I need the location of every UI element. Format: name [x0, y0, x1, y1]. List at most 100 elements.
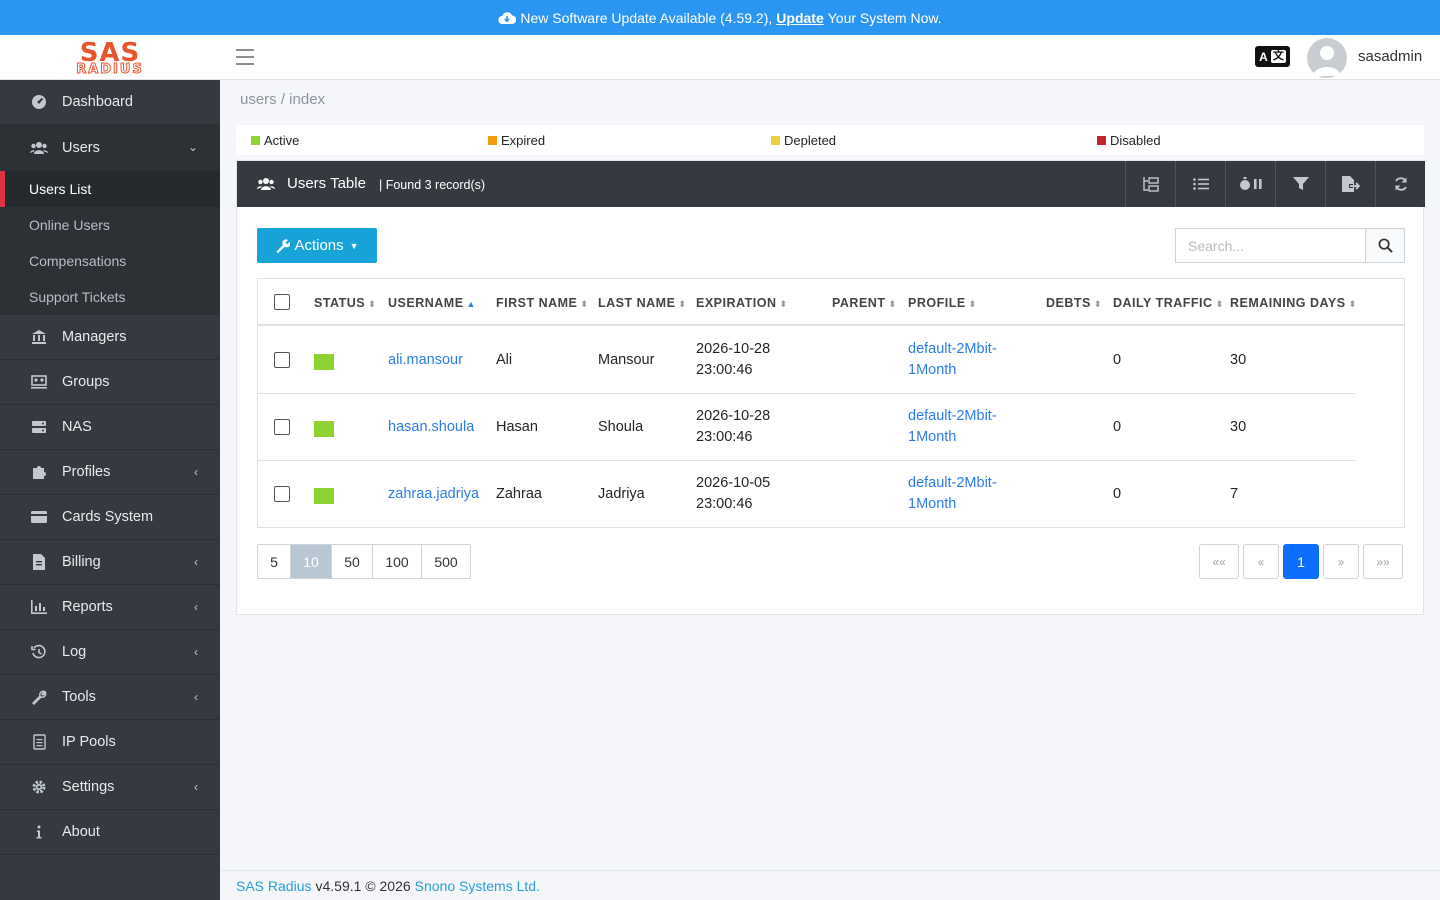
- sidebar-label: IP Pools: [62, 734, 116, 750]
- legend-swatch: [488, 136, 497, 145]
- legend-expired: Expired: [488, 133, 545, 148]
- username-link[interactable]: zahraa.jadriya: [388, 486, 479, 502]
- row-checkbox[interactable]: [274, 419, 290, 435]
- row-checkbox[interactable]: [274, 352, 290, 368]
- column-last-name[interactable]: LAST NAME ⬍: [598, 296, 686, 310]
- card-title-text: Users Table: [287, 175, 366, 192]
- first-page-button[interactable]: ««: [1199, 544, 1239, 579]
- profile-link[interactable]: default-2Mbit-: [908, 408, 997, 424]
- export-file-icon[interactable]: [1325, 161, 1375, 207]
- profile-link-line2[interactable]: 1Month: [908, 362, 956, 378]
- users-table: STATUS ⬍ USERNAME ▲ FIRST NAME ⬍ LAST NAME ⬍…: [257, 278, 1405, 528]
- username-link[interactable]: hasan.shoula: [388, 419, 474, 435]
- avatar[interactable]: [1307, 38, 1347, 78]
- hamburger-menu-icon[interactable]: [236, 49, 254, 65]
- sidebar-item-users-list[interactable]: Users List: [0, 171, 220, 207]
- sidebar-item-groups[interactable]: Groups: [0, 360, 220, 405]
- sidebar-item-nas[interactable]: NAS: [0, 405, 220, 450]
- gear-icon: [30, 779, 48, 795]
- profile-link-line2[interactable]: 1Month: [908, 429, 956, 445]
- sidebar-item-about[interactable]: About: [0, 810, 220, 855]
- update-link[interactable]: Update: [776, 10, 823, 26]
- profile-link-line2[interactable]: 1Month: [908, 496, 956, 512]
- invoice-icon: [30, 554, 48, 570]
- expiration-date-cell: 2026-10-05: [696, 475, 771, 491]
- profile-link[interactable]: default-2Mbit-: [908, 475, 997, 491]
- sidebar-item-profiles[interactable]: Profiles ‹: [0, 450, 220, 495]
- column-username[interactable]: USERNAME ▲: [388, 296, 476, 310]
- expiration-time-cell: 23:00:46: [696, 429, 753, 445]
- translate-icon[interactable]: A文: [1255, 46, 1290, 67]
- filter-icon[interactable]: [1275, 161, 1325, 207]
- profile-link[interactable]: default-2Mbit-: [908, 341, 997, 357]
- column-daily-traffic[interactable]: DAILY TRAFFIC ⬍: [1113, 296, 1224, 310]
- search-input[interactable]: [1175, 228, 1366, 263]
- column-status[interactable]: STATUS ⬍: [314, 296, 376, 310]
- product-link[interactable]: SAS Radius: [236, 878, 311, 894]
- page-size-10[interactable]: 10: [291, 545, 332, 578]
- page-size-50[interactable]: 50: [332, 545, 373, 578]
- column-first-name[interactable]: FIRST NAME ⬍: [496, 296, 588, 310]
- refresh-icon[interactable]: [1375, 161, 1425, 207]
- sidebar-item-ip-pools[interactable]: IP Pools: [0, 720, 220, 765]
- search-button[interactable]: [1365, 228, 1405, 263]
- page-size-100[interactable]: 100: [373, 545, 422, 578]
- sidebar-item-tools[interactable]: Tools ‹: [0, 675, 220, 720]
- row-checkbox[interactable]: [274, 486, 290, 502]
- sidebar-item-dashboard[interactable]: Dashboard: [0, 80, 220, 125]
- sidebar-item-reports[interactable]: Reports ‹: [0, 585, 220, 630]
- tree-view-icon[interactable]: [1125, 161, 1175, 207]
- sidebar-label: Groups: [62, 374, 110, 390]
- list-columns-icon[interactable]: [1175, 161, 1225, 207]
- record-count: | Found 3 record(s): [379, 178, 486, 192]
- page-size-5[interactable]: 5: [258, 545, 291, 578]
- timer-pause-icon[interactable]: [1225, 161, 1275, 207]
- sidebar-item-online-users[interactable]: Online Users: [0, 207, 220, 243]
- sidebar-item-managers[interactable]: Managers: [0, 315, 220, 360]
- username-link[interactable]: ali.mansour: [388, 352, 463, 368]
- first-name-cell: Hasan: [496, 419, 538, 435]
- sidebar-label: Billing: [62, 554, 101, 570]
- chevron-left-icon: ‹: [194, 690, 198, 704]
- column-profile[interactable]: PROFILE ⬍: [908, 296, 977, 310]
- caret-down-icon: ▼: [349, 240, 359, 251]
- card-title: Users Table: [257, 175, 366, 192]
- cloud-download-icon: [498, 11, 517, 24]
- select-all-checkbox[interactable]: [274, 294, 290, 310]
- status-legend: Active Expired Depleted Disabled: [236, 125, 1424, 155]
- sidebar-item-cards-system[interactable]: Cards System: [0, 495, 220, 540]
- sort-icon: ⬍: [779, 299, 788, 309]
- sidebar-label: Cards System: [62, 509, 154, 525]
- puzzle-icon: [30, 464, 48, 480]
- page-1-button[interactable]: 1: [1283, 544, 1319, 579]
- legend-disabled: Disabled: [1097, 133, 1161, 148]
- actions-dropdown-button[interactable]: Actions ▼: [257, 228, 377, 263]
- banner-text: New Software Update Available (4.59.2),: [520, 9, 773, 26]
- column-debts[interactable]: DEBTS ⬍: [1046, 296, 1102, 310]
- sort-icon: ⬍: [888, 299, 897, 309]
- page-size-500[interactable]: 500: [422, 545, 470, 578]
- sidebar-item-settings[interactable]: Settings ‹: [0, 765, 220, 810]
- expiration-time-cell: 23:00:46: [696, 362, 753, 378]
- remaining-days-cell: 7: [1230, 486, 1239, 502]
- sidebar-item-compensations[interactable]: Compensations: [0, 243, 220, 279]
- username-label[interactable]: sasadmin: [1358, 48, 1422, 65]
- status-indicator: [314, 354, 334, 370]
- prev-page-button[interactable]: «: [1243, 544, 1279, 579]
- last-page-button[interactable]: »»: [1363, 544, 1403, 579]
- next-page-button[interactable]: »: [1323, 544, 1359, 579]
- credit-card-icon: [30, 509, 48, 525]
- sidebar-item-log[interactable]: Log ‹: [0, 630, 220, 675]
- column-expiration[interactable]: EXPIRATION ⬍: [696, 296, 788, 310]
- sidebar-item-support-tickets[interactable]: Support Tickets: [0, 279, 220, 315]
- remaining-days-cell: 30: [1230, 352, 1247, 368]
- brand-logo[interactable]: SAS RADIUS: [0, 35, 220, 80]
- column-remaining-days[interactable]: REMAINING DAYS ⬍: [1230, 296, 1357, 310]
- table-row: ali.mansour Ali Mansour 2026-10-28 23:00…: [258, 327, 1356, 394]
- last-name-cell: Mansour: [598, 352, 655, 368]
- sidebar-item-billing[interactable]: Billing ‹: [0, 540, 220, 585]
- wrench-icon: [276, 239, 291, 253]
- sidebar-item-users[interactable]: Users ⌄: [0, 125, 220, 171]
- company-link[interactable]: Snono Systems Ltd.: [415, 878, 540, 894]
- column-parent[interactable]: PARENT ⬍: [832, 296, 897, 310]
